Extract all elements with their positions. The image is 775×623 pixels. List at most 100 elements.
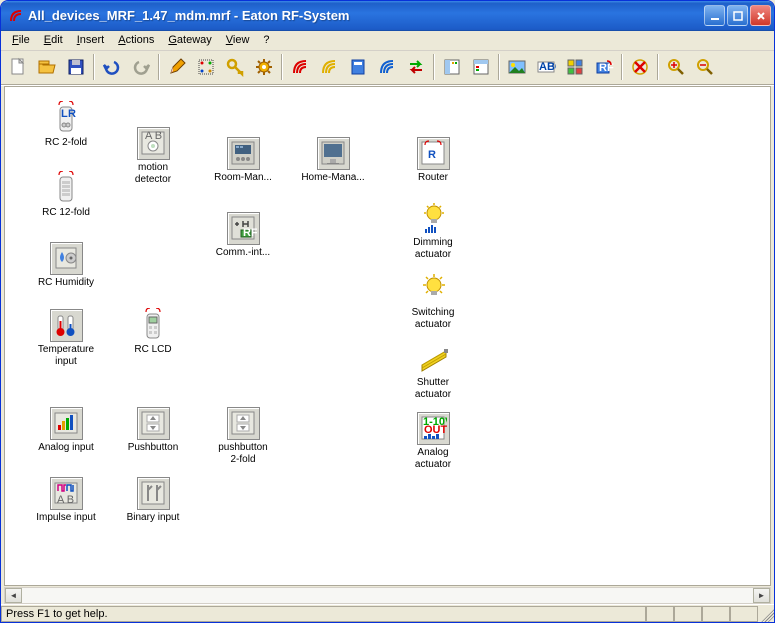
- device-label: RC LCD: [134, 344, 171, 356]
- gear-button[interactable]: [250, 53, 278, 81]
- panel2-button[interactable]: [467, 53, 495, 81]
- device-label: Dimming actuator: [413, 237, 452, 261]
- device-binaryinput[interactable]: Binary input: [120, 477, 186, 524]
- svg-text:L: L: [61, 108, 68, 120]
- device-label: Router: [418, 172, 448, 184]
- device-label: Shutter actuator: [415, 377, 451, 401]
- device-roommgr[interactable]: Room-Man...: [210, 137, 276, 184]
- device-analoginput[interactable]: Analog input: [33, 407, 99, 454]
- rf-blue-button[interactable]: [373, 53, 401, 81]
- menu-bar: File Edit Insert Actions Gateway View ?: [1, 31, 774, 51]
- menu-view[interactable]: View: [219, 32, 257, 48]
- horizontal-scrollbar[interactable]: ◄ ►: [4, 587, 771, 604]
- title-bar: All_devices_MRF_1.47_mdm.mrf - Eaton RF-…: [1, 1, 774, 31]
- svg-text:A B: A B: [145, 130, 162, 142]
- home-mgr-icon: [317, 137, 350, 170]
- rf-tag-button[interactable]: RF: [590, 53, 618, 81]
- status-pane-1: [646, 606, 674, 622]
- device-router[interactable]: R Router: [400, 137, 466, 184]
- device-commint[interactable]: RF Comm.-int...: [210, 212, 276, 259]
- router-icon: R: [417, 137, 450, 170]
- device-label: Pushbutton: [128, 442, 179, 454]
- device-pushbutton[interactable]: Pushbutton: [120, 407, 186, 454]
- svg-text:R: R: [68, 108, 76, 120]
- device-motion[interactable]: A B motion detector: [120, 127, 186, 186]
- binary-in-icon: [137, 477, 170, 510]
- device-rchumidity[interactable]: RC Humidity: [33, 242, 99, 289]
- device-tempinput[interactable]: Temperature input: [33, 309, 99, 368]
- menu-gateway[interactable]: Gateway: [161, 32, 218, 48]
- device-label: Temperature input: [38, 344, 94, 368]
- impulse-icon: A B: [50, 477, 83, 510]
- device-label: Analog actuator: [415, 447, 451, 471]
- close-button[interactable]: [750, 5, 771, 26]
- abc-button[interactable]: ABC: [532, 53, 560, 81]
- device-label: motion detector: [135, 162, 171, 186]
- device-label: Switching actuator: [412, 307, 455, 331]
- status-pane-4: [730, 606, 758, 622]
- undo-button[interactable]: [98, 53, 126, 81]
- status-bar: Press F1 to get help.: [1, 604, 774, 622]
- remote-lcd-icon: [137, 309, 170, 342]
- bulb-sw-icon: [417, 272, 450, 305]
- minimize-button[interactable]: [704, 5, 725, 26]
- resize-grip[interactable]: [758, 606, 774, 622]
- save-button[interactable]: [62, 53, 90, 81]
- redo-button[interactable]: [127, 53, 155, 81]
- canvas[interactable]: LRRC 2-foldRC 12-foldRC HumidityTemperat…: [4, 86, 771, 586]
- window-title: All_devices_MRF_1.47_mdm.mrf - Eaton RF-…: [28, 8, 704, 23]
- svg-text:OUT: OUT: [424, 424, 447, 436]
- image-button[interactable]: [503, 53, 531, 81]
- maximize-button[interactable]: [727, 5, 748, 26]
- device-label: Analog input: [38, 442, 94, 454]
- device-label: RC 12-fold: [42, 207, 90, 219]
- bulb-dim-icon: [417, 202, 450, 235]
- device-rc2fold[interactable]: LR RC 2-fold: [33, 102, 99, 149]
- key-button[interactable]: [221, 53, 249, 81]
- work-area: LRRC 2-foldRC 12-foldRC HumidityTemperat…: [1, 85, 774, 604]
- zoom-in-button[interactable]: [662, 53, 690, 81]
- pencil-button[interactable]: [163, 53, 191, 81]
- device-impulse[interactable]: A B Impulse input: [33, 477, 99, 524]
- rf-yellow-button[interactable]: [315, 53, 343, 81]
- menu-insert[interactable]: Insert: [70, 32, 112, 48]
- device-shutter[interactable]: Shutter actuator: [400, 342, 466, 401]
- rf-red-button[interactable]: [286, 53, 314, 81]
- shutter-icon: [417, 342, 450, 375]
- swap-button[interactable]: [402, 53, 430, 81]
- status-pane-2: [674, 606, 702, 622]
- scroll-track[interactable]: [22, 588, 753, 603]
- grid-button[interactable]: [192, 53, 220, 81]
- comm-int-icon: RF: [227, 212, 260, 245]
- status-pane-3: [702, 606, 730, 622]
- device-homemana[interactable]: Home-Mana...: [300, 137, 366, 184]
- menu-file[interactable]: File: [5, 32, 37, 48]
- device-analogact[interactable]: 1-10VOUTAnalog actuator: [400, 412, 466, 471]
- device-switching[interactable]: Switching actuator: [400, 272, 466, 331]
- scroll-right-button[interactable]: ►: [753, 588, 770, 603]
- device-dimming[interactable]: Dimming actuator: [400, 202, 466, 261]
- pushbutton-icon: [137, 407, 170, 440]
- humidity-icon: [50, 242, 83, 275]
- device-label: Impulse input: [36, 512, 95, 524]
- panel1-button[interactable]: [438, 53, 466, 81]
- menu-edit[interactable]: Edit: [37, 32, 70, 48]
- toolbar: ABC RF: [1, 51, 774, 85]
- delete-button[interactable]: [626, 53, 654, 81]
- menu-help[interactable]: ?: [256, 32, 276, 48]
- analog-out-icon: 1-10VOUT: [417, 412, 450, 445]
- new-button[interactable]: [4, 53, 32, 81]
- open-button[interactable]: [33, 53, 61, 81]
- zoom-out-button[interactable]: [691, 53, 719, 81]
- device-rc12fold[interactable]: RC 12-fold: [33, 172, 99, 219]
- scroll-left-button[interactable]: ◄: [5, 588, 22, 603]
- device-rclcd[interactable]: RC LCD: [120, 309, 186, 356]
- device-label: pushbutton 2-fold: [218, 442, 268, 466]
- device-label: RC 2-fold: [45, 137, 87, 149]
- device-label: Comm.-int...: [216, 247, 270, 259]
- menu-actions[interactable]: Actions: [111, 32, 161, 48]
- blocks-button[interactable]: [561, 53, 589, 81]
- book-button[interactable]: [344, 53, 372, 81]
- device-push2fold[interactable]: pushbutton 2-fold: [210, 407, 276, 466]
- pushbutton-icon: [227, 407, 260, 440]
